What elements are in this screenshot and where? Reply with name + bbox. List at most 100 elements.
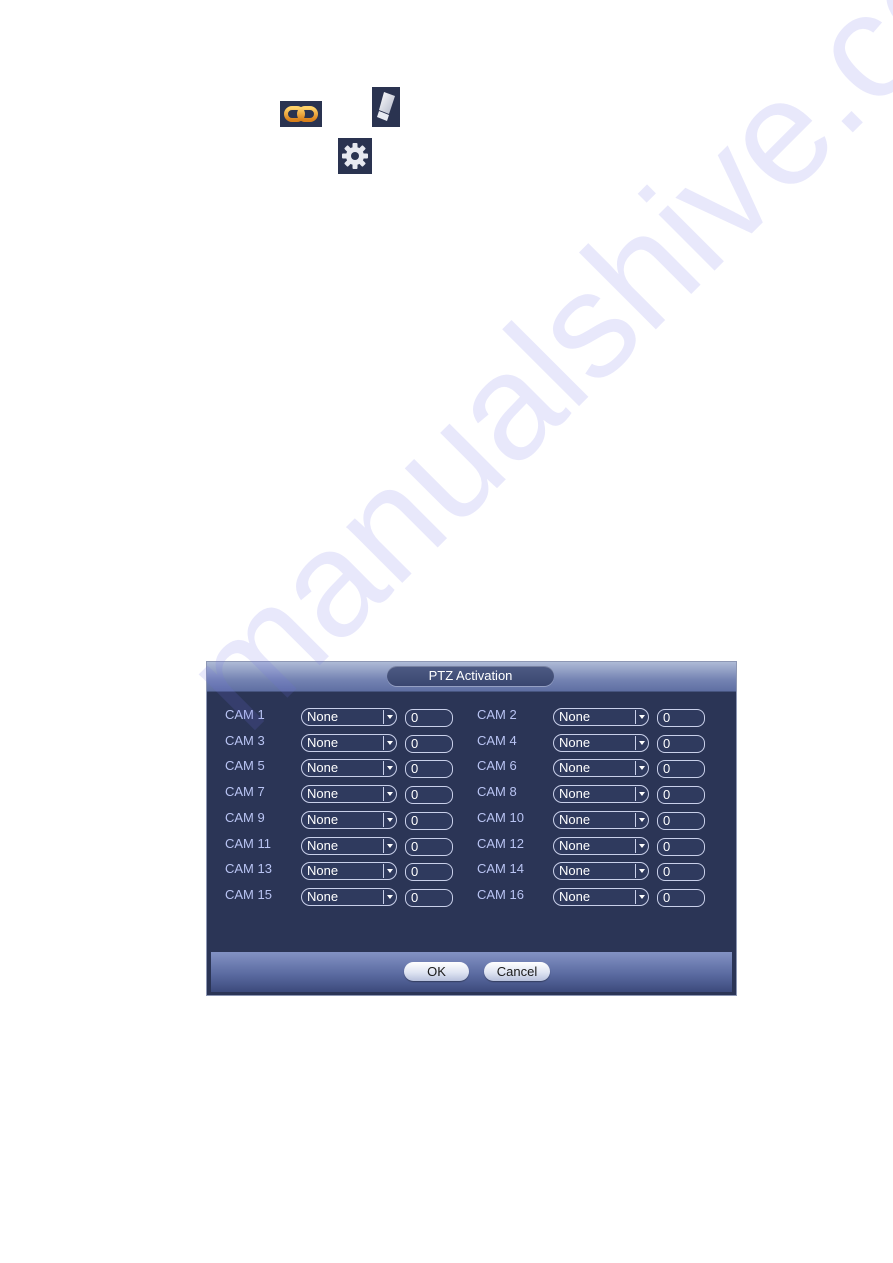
select-divider [635, 735, 636, 750]
chevron-down-icon[interactable] [639, 792, 645, 797]
camera-label: CAM 7 [225, 784, 265, 800]
camera-row: CAM 7 None 0 CAM 8 None 0 [225, 783, 725, 805]
ptz-type-select[interactable]: None [553, 708, 649, 726]
cancel-button[interactable]: Cancel [484, 962, 550, 981]
ptz-number-input[interactable]: 0 [657, 760, 705, 779]
gear-icon [342, 143, 368, 169]
select-divider [383, 735, 384, 750]
chevron-down-icon[interactable] [639, 869, 645, 874]
select-divider [383, 889, 384, 904]
watermark: manualshive.com [151, 0, 893, 761]
select-divider [383, 812, 384, 827]
camera-row: CAM 1 None 0 CAM 2 None 0 [225, 706, 725, 728]
chevron-down-icon[interactable] [639, 715, 645, 719]
camera-label: CAM 4 [477, 732, 517, 748]
ptz-number-input[interactable]: 0 [405, 863, 453, 882]
ptz-type-value: None [559, 734, 591, 750]
link-icon-box [280, 101, 322, 127]
camera-label: CAM 15 [225, 886, 272, 902]
select-divider [383, 787, 384, 802]
camera-label: CAM 12 [477, 835, 524, 851]
ptz-number-input[interactable]: 0 [405, 786, 453, 805]
ptz-number-input[interactable]: 0 [657, 837, 705, 856]
chevron-down-icon[interactable] [387, 869, 393, 874]
ptz-number-input[interactable]: 0 [405, 837, 453, 856]
select-divider [383, 761, 384, 776]
ptz-type-select[interactable]: None [301, 836, 397, 855]
ptz-type-select[interactable]: None [553, 759, 649, 778]
ptz-number-input[interactable]: 0 [405, 760, 453, 779]
ptz-type-value: None [559, 888, 591, 904]
camera-row: CAM 3 None 0 CAM 4 None 0 [225, 732, 725, 754]
ptz-type-value: None [307, 734, 339, 750]
ptz-number-input[interactable]: 0 [405, 811, 453, 830]
select-divider [383, 838, 384, 853]
ptz-type-select[interactable]: None [301, 810, 397, 829]
chevron-down-icon[interactable] [387, 715, 393, 719]
camera-row: CAM 15 None 0 CAM 16 None 0 [225, 886, 725, 908]
ptz-type-select[interactable]: None [301, 785, 397, 804]
ptz-type-select[interactable]: None [301, 887, 397, 906]
ptz-type-select[interactable]: None [301, 759, 397, 778]
ptz-type-value: None [307, 888, 339, 904]
ptz-number-input[interactable]: 0 [657, 734, 705, 753]
ptz-number-input[interactable]: 0 [657, 811, 705, 830]
camera-label: CAM 2 [477, 707, 517, 722]
ptz-type-value: None [559, 709, 591, 724]
ptz-type-select[interactable]: None [553, 785, 649, 804]
chevron-down-icon[interactable] [387, 894, 393, 899]
ptz-type-select[interactable]: None [553, 836, 649, 855]
chevron-down-icon[interactable] [639, 817, 645, 822]
camera-label: CAM 11 [225, 835, 271, 851]
ptz-number-input[interactable]: 0 [405, 709, 453, 727]
eraser-icon-box [372, 87, 400, 127]
ptz-type-value: None [559, 760, 591, 776]
camera-label: CAM 8 [477, 784, 517, 800]
ptz-number-input[interactable]: 0 [657, 786, 705, 805]
chevron-down-icon[interactable] [387, 817, 393, 822]
chevron-down-icon[interactable] [639, 843, 645, 848]
ptz-type-select[interactable]: None [301, 708, 397, 726]
ptz-number-input[interactable]: 0 [657, 709, 705, 727]
ptz-number-input[interactable]: 0 [405, 734, 453, 753]
dialog-header: PTZ Activation [207, 662, 736, 692]
camera-label: CAM 9 [225, 809, 265, 825]
dialog-footer: OK Cancel [211, 952, 732, 992]
camera-row: CAM 9 None 0 CAM 10 None 0 [225, 809, 725, 831]
camera-label: CAM 1 [225, 707, 265, 722]
select-divider [635, 838, 636, 853]
ptz-type-value: None [307, 786, 339, 802]
ptz-type-select[interactable]: None [553, 810, 649, 829]
ptz-type-select[interactable]: None [301, 733, 397, 752]
eraser-icon [377, 92, 395, 121]
ptz-number-input[interactable]: 0 [657, 863, 705, 882]
ptz-number-input[interactable]: 0 [405, 888, 453, 907]
select-divider [383, 864, 384, 879]
ok-button[interactable]: OK [404, 962, 469, 981]
ptz-number-input[interactable]: 0 [657, 888, 705, 907]
ptz-type-select[interactable]: None [553, 862, 649, 881]
chevron-down-icon[interactable] [639, 766, 645, 771]
chevron-down-icon[interactable] [639, 894, 645, 899]
ptz-type-select[interactable]: None [553, 887, 649, 906]
chevron-down-icon[interactable] [387, 766, 393, 771]
ptz-type-value: None [559, 837, 591, 853]
select-divider [635, 710, 636, 724]
camera-label: CAM 16 [477, 886, 524, 902]
select-divider [635, 864, 636, 879]
ptz-type-value: None [307, 811, 339, 827]
camera-label: CAM 13 [225, 861, 272, 877]
camera-label: CAM 3 [225, 732, 265, 748]
chevron-down-icon[interactable] [387, 792, 393, 797]
ptz-type-select[interactable]: None [301, 862, 397, 881]
select-divider [635, 812, 636, 827]
chevron-down-icon[interactable] [387, 843, 393, 848]
camera-label: CAM 10 [477, 809, 524, 825]
camera-row: CAM 13 None 0 CAM 14 None 0 [225, 860, 725, 882]
ptz-type-select[interactable]: None [553, 733, 649, 752]
ptz-type-value: None [307, 837, 339, 853]
ptz-type-value: None [307, 863, 339, 879]
chevron-down-icon[interactable] [387, 740, 393, 745]
chevron-down-icon[interactable] [639, 740, 645, 745]
select-divider [635, 889, 636, 904]
